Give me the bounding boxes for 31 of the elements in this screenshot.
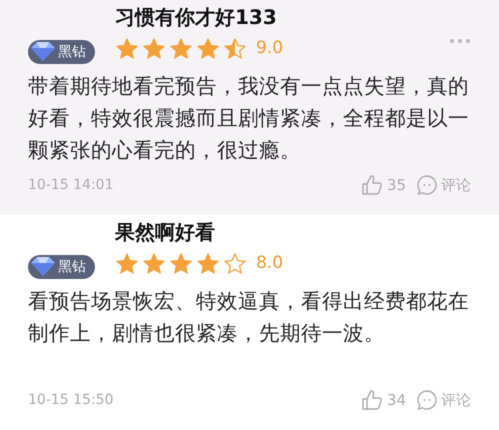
star-icon [169, 252, 193, 276]
star-icon [223, 252, 247, 276]
star-icon [223, 37, 247, 61]
star-icon [142, 252, 166, 276]
diamond-icon [28, 256, 58, 278]
thumbs-up-icon[interactable] [360, 173, 384, 197]
comment-link[interactable]: 评论 [441, 174, 471, 196]
star-icon [196, 37, 220, 61]
more-icon[interactable] [449, 38, 471, 44]
review-text: 看预告场景恢宏、特效逼真，看得出经费都花在制作上，剧情也很紧凑，先期待一波。 [28, 288, 470, 347]
star-icon [196, 252, 220, 276]
username: 习惯有你才好133 [115, 4, 278, 31]
star-icon [169, 37, 193, 61]
thumbs-up-icon[interactable] [360, 388, 384, 412]
diamond-icon [28, 41, 58, 63]
badge: 黑钻 [28, 40, 95, 64]
review-text: 带着期待地看完预告，我没有一点点失望，真的好看，特效很震撼而且剧情紧凑，全程都是以一颗紧张的心看完的，很过瘾。 [28, 73, 470, 164]
chat-bubble-icon[interactable] [416, 174, 438, 196]
star-icon [115, 252, 139, 276]
score: 9.0 [256, 37, 284, 60]
star-icon [142, 37, 166, 61]
badge: 黑钻 [28, 255, 95, 279]
like-count: 35 [386, 174, 406, 196]
comment-link[interactable]: 评论 [441, 388, 471, 412]
like-count: 34 [386, 390, 406, 411]
chat-bubble-icon[interactable] [416, 389, 438, 411]
score: 8.0 [256, 252, 284, 276]
timestamp: 10-15 15:50 [28, 390, 114, 410]
star-icon [115, 37, 139, 61]
timestamp: 10-15 14:01 [28, 176, 114, 194]
username: 果然啊好看 [115, 219, 216, 246]
